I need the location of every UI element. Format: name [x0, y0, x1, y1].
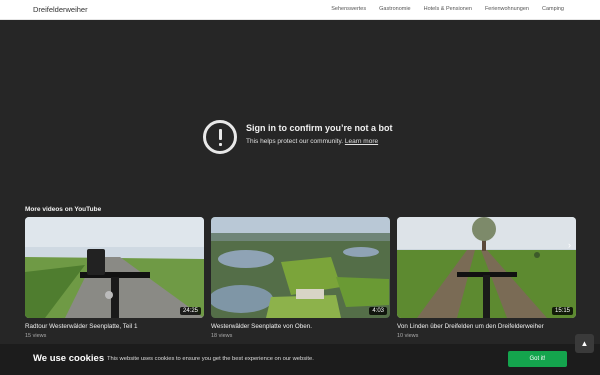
video-title[interactable]: Radtour Westerwälder Seenplatte, Teil 1: [25, 323, 204, 330]
nav-item-ferienwohnungen[interactable]: Ferienwohnungen: [485, 6, 529, 12]
nav-item-gastronomie[interactable]: Gastronomie: [379, 6, 411, 12]
chevron-up-icon[interactable]: ▲: [575, 334, 594, 353]
cookie-accept-button[interactable]: Got it!: [508, 351, 567, 367]
video-views: 10 views: [397, 333, 419, 339]
learn-more-link[interactable]: Learn more: [345, 138, 378, 145]
cookie-title: We use cookies: [33, 353, 105, 364]
cookie-text: This website uses cookies to ensure you …: [107, 356, 314, 362]
main-nav: Sehenswertes Gastronomie Hotels & Pensio…: [331, 6, 564, 12]
video-thumbnail[interactable]: 24:25: [25, 217, 204, 318]
nav-item-hotels[interactable]: Hotels & Pensionen: [424, 6, 472, 12]
video-duration: 4:03: [369, 307, 387, 315]
video-player: Sign in to confirm you’re not a bot This…: [0, 20, 600, 375]
cookie-banner: We use cookies This website uses cookies…: [0, 344, 600, 375]
video-thumbnail[interactable]: 4:03: [211, 217, 390, 318]
video-card[interactable]: 4:03 Westerwälder Seenplatte von Oben. 1…: [211, 217, 390, 339]
nav-item-camping[interactable]: Camping: [542, 6, 564, 12]
video-card[interactable]: 24:25 Radtour Westerwälder Seenplatte, T…: [25, 217, 204, 339]
video-duration: 15:15: [551, 307, 573, 315]
video-views: 18 views: [211, 333, 233, 339]
nav-item-sehenswertes[interactable]: Sehenswertes: [331, 6, 366, 12]
video-thumbnail[interactable]: 15:15: [397, 217, 576, 318]
top-navbar: Dreifelderweiher Sehenswertes Gastronomi…: [0, 0, 600, 20]
site-brand[interactable]: Dreifelderweiher: [33, 5, 88, 14]
video-views: 15 views: [25, 333, 47, 339]
video-title[interactable]: Westerwälder Seenplatte von Oben.: [211, 323, 390, 330]
bot-check-message: Sign in to confirm you’re not a bot This…: [203, 120, 393, 154]
exclamation-circle-icon: [203, 120, 237, 154]
video-card[interactable]: 15:15 Von Linden über Dreifelden um den …: [397, 217, 576, 339]
video-duration: 24:25: [179, 307, 201, 315]
bot-check-title: Sign in to confirm you’re not a bot: [246, 123, 393, 133]
chevron-right-icon[interactable]: ›: [564, 240, 575, 251]
more-videos-label: More videos on YouTube: [25, 206, 102, 213]
bot-check-subtitle: This helps protect our community. Learn …: [246, 138, 379, 145]
video-title[interactable]: Von Linden über Dreifelden um den Dreife…: [397, 323, 576, 330]
